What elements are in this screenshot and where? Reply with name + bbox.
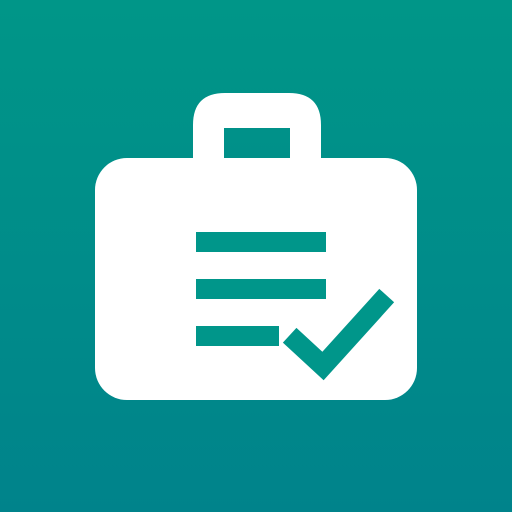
checklist-line-3 — [196, 326, 279, 346]
briefcase-handle — [193, 93, 321, 165]
checklist-line-1 — [196, 232, 326, 252]
briefcase-checklist-icon — [95, 93, 417, 400]
app-icon — [0, 0, 512, 512]
checklist-line-2 — [196, 279, 326, 299]
